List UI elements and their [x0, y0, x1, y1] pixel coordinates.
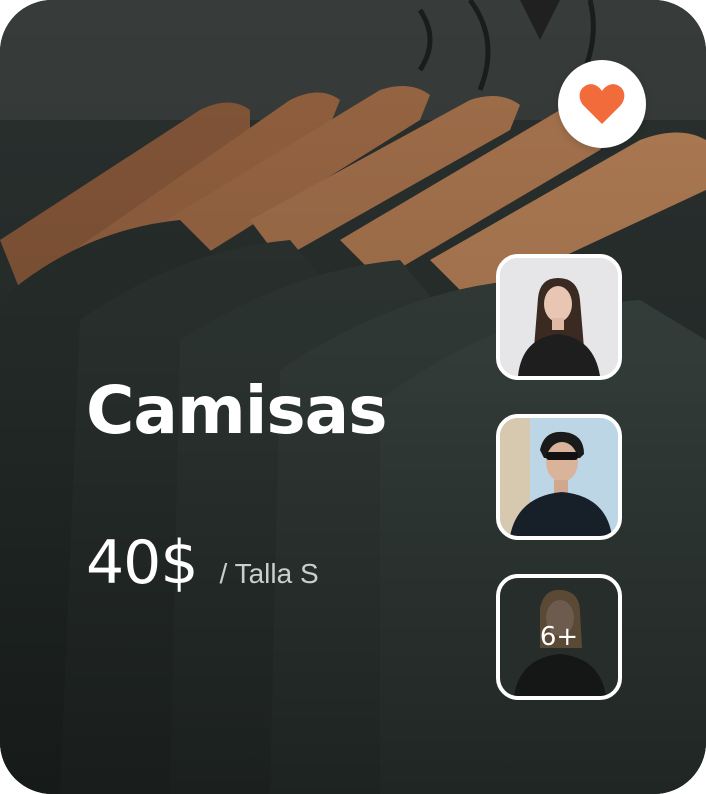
- man-photo: [500, 418, 618, 536]
- woman-photo: [500, 258, 618, 376]
- more-count: 6+: [500, 578, 618, 696]
- thumbnail-more[interactable]: 6+: [496, 574, 622, 700]
- product-card[interactable]: Camisas 40$ / Talla S 6+: [0, 0, 706, 794]
- size-label: / Talla S: [219, 558, 319, 589]
- price-row: 40$ / Talla S: [86, 528, 319, 598]
- thumbnail-man[interactable]: [496, 414, 622, 540]
- thumbnail-woman[interactable]: [496, 254, 622, 380]
- product-title: Camisas: [86, 372, 387, 449]
- favorite-button[interactable]: [558, 60, 646, 148]
- product-price: 40$: [86, 528, 199, 598]
- heart-icon: [579, 84, 625, 124]
